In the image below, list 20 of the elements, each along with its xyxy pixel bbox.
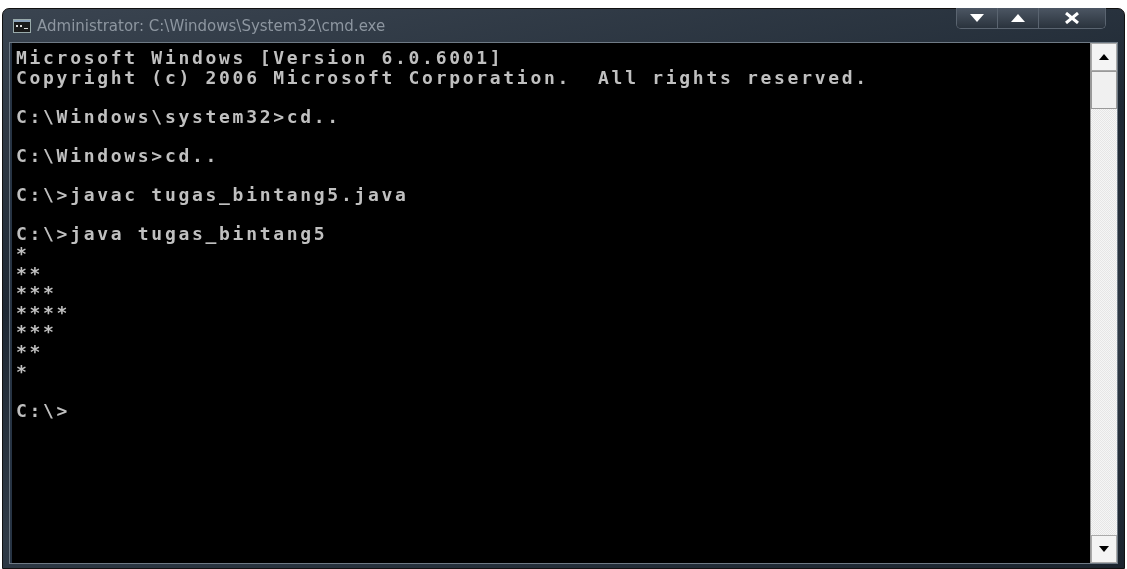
close-button[interactable] — [1039, 8, 1105, 28]
maximize-button[interactable] — [998, 8, 1039, 28]
minimize-button[interactable] — [957, 8, 998, 28]
up-triangle-icon — [1011, 14, 1025, 22]
scroll-down-button[interactable] — [1091, 535, 1117, 563]
scrollbar[interactable] — [1090, 43, 1117, 563]
console-text: C:\Windows>cd.. — [16, 145, 221, 166]
close-icon — [1065, 12, 1079, 24]
console-text: C:\>javac tugas_bintang5.java — [16, 185, 410, 205]
up-triangle-icon — [1099, 54, 1109, 60]
console-text: C:\Windows\system32>cd.. — [16, 106, 342, 127]
down-triangle-icon — [1099, 546, 1109, 552]
console-text: Microsoft Windows [Version 6.0.6001] Copyright (c) 2006 Microsoft Corporation. All rights reserved. — [16, 48, 870, 88]
scroll-thumb[interactable] — [1091, 71, 1117, 109]
window-title: Administrator: C:\Windows\System32\cmd.exe — [37, 16, 386, 35]
scroll-up-button[interactable] — [1091, 43, 1117, 71]
console-text: C:\> — [16, 400, 72, 421]
console-text: C:\>java tugas_bintang5 * ** *** **** *** ** * — [16, 224, 329, 382]
down-triangle-icon — [970, 14, 984, 22]
console-app-icon — [13, 18, 31, 33]
